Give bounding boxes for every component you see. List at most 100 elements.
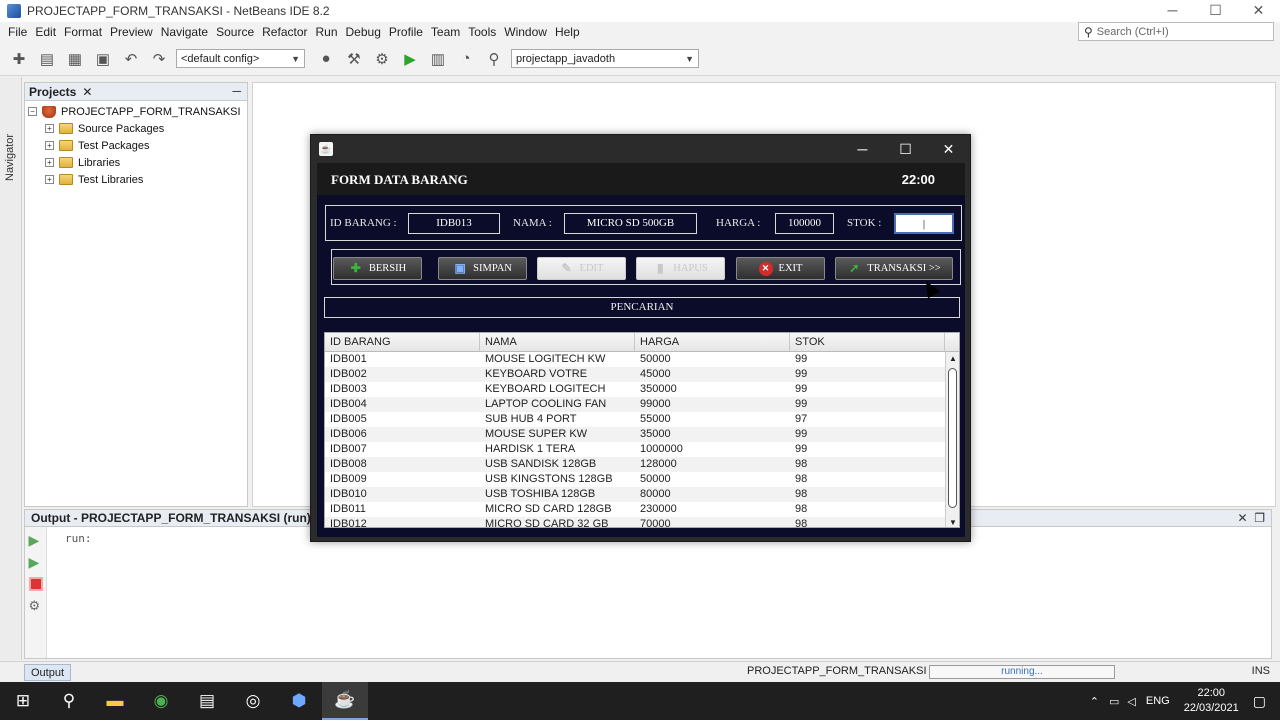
chevron-up-icon[interactable]: ⌃ [1090,695,1099,708]
settings-icon[interactable]: ⚙ [29,599,43,613]
menu-tools[interactable]: Tools [464,25,500,39]
output-tab[interactable]: Output [24,664,72,681]
table-row[interactable]: IDB004 LAPTOP COOLING FAN 99000 99 [325,397,959,412]
transaksi-button[interactable]: ➚ TRANSAKSI >> [835,257,953,280]
new-project-icon[interactable]: ▤ [36,48,58,70]
menu-help[interactable]: Help [551,25,584,39]
attach-debugger-icon[interactable]: ⚲ [483,48,505,70]
col-harga[interactable]: HARGA [635,333,790,351]
netbeans-taskbar-icon[interactable]: ⬢ [276,682,322,720]
tree-node-test-libraries[interactable]: + Test Libraries [25,171,247,188]
tree-node-test-packages[interactable]: + Test Packages [25,137,247,154]
menu-format[interactable]: Format [60,25,106,39]
table-row[interactable]: IDB003 KEYBOARD LOGITECH 350000 99 [325,382,959,397]
ide-search-input[interactable]: ⚲ Search (Ctrl+I) [1078,22,1274,41]
stop-icon[interactable] [28,577,43,591]
pencarian-field[interactable]: PENCARIAN [324,297,960,318]
app-icon[interactable]: ▤ [184,682,230,720]
col-id-barang[interactable]: ID BARANG [325,333,480,351]
table-row[interactable]: IDB006 MOUSE SUPER KW 35000 99 [325,427,959,442]
windows-start-icon[interactable]: ⊞ [0,682,46,720]
search-icon[interactable]: ⚲ [46,682,92,720]
dialog-close-button[interactable]: ✕ [927,135,970,163]
tree-node-source-packages[interactable]: + Source Packages [25,120,247,137]
scroll-up-icon[interactable]: ▲ [949,354,957,363]
minimize-button[interactable]: ─ [1151,0,1194,22]
notification-icon[interactable]: ▢ [1253,693,1266,710]
col-nama[interactable]: NAMA [480,333,635,351]
close-button[interactable]: ✕ [1237,0,1280,22]
table-row[interactable]: IDB009 USB KINGSTONS 128GB 50000 98 [325,472,959,487]
menu-window[interactable]: Window [500,25,551,39]
java-app-taskbar-icon[interactable]: ☕ [322,682,368,720]
clock[interactable]: 22:00 22/03/2021 [1184,686,1239,716]
language-indicator[interactable]: ENG [1146,695,1170,707]
restore-window-icon[interactable]: ❐ [1254,511,1265,525]
volume-icon[interactable]: ◁ [1127,695,1135,708]
rerun-with-params-icon[interactable]: ▶ [29,555,43,569]
exit-button[interactable]: ✕ EXIT [736,257,825,280]
rerun-icon[interactable]: ▶ [29,533,43,547]
table-scrollbar[interactable]: ▲ ▼ [945,352,959,527]
dialog-minimize-button[interactable]: ─ [841,135,884,163]
open-project-icon[interactable]: ▦ [64,48,86,70]
simpan-button[interactable]: ▣ SIMPAN [438,257,527,280]
table-row[interactable]: IDB005 SUB HUB 4 PORT 55000 97 [325,412,959,427]
table-row[interactable]: IDB010 USB TOSHIBA 128GB 80000 98 [325,487,959,502]
debug-icon[interactable]: ▥ [427,48,449,70]
menu-edit[interactable]: Edit [31,25,60,39]
collapse-icon[interactable]: − [28,107,37,116]
run-icon[interactable]: ▶ [399,48,421,70]
new-file-icon[interactable]: ✚ [8,48,30,70]
maximize-button[interactable]: ☐ [1194,0,1237,22]
menu-file[interactable]: File [4,25,31,39]
menu-team[interactable]: Team [427,25,464,39]
globe-icon[interactable]: ● [315,48,337,70]
hammer-build-icon[interactable]: ⚒ [343,48,365,70]
id-barang-field[interactable]: IDB013 [408,213,500,234]
menu-preview[interactable]: Preview [106,25,157,39]
output-scrollbar[interactable] [1255,527,1271,658]
battery-icon[interactable]: ▭ [1109,695,1119,708]
tree-node-project[interactable]: − PROJECTAPP_FORM_TRANSAKSI [25,103,247,120]
harga-field[interactable]: 100000 [775,213,834,234]
clean-build-icon[interactable]: ⚙ [371,48,393,70]
menu-run[interactable]: Run [312,25,342,39]
expand-icon[interactable]: + [45,158,54,167]
table-row[interactable]: IDB008 USB SANDISK 128GB 128000 98 [325,457,959,472]
chrome-icon[interactable]: ◉ [138,682,184,720]
edit-button[interactable]: ✎ EDIT [537,257,626,280]
expand-icon[interactable]: + [45,141,54,150]
obs-icon[interactable]: ◎ [230,682,276,720]
menu-refactor[interactable]: Refactor [258,25,311,39]
expand-icon[interactable]: + [45,124,54,133]
file-explorer-icon[interactable]: ▬ [92,682,138,720]
nama-field[interactable]: MICRO SD 500GB [564,213,697,234]
hapus-button[interactable]: ▮ HAPUS [636,257,725,280]
config-select[interactable]: <default config> ▼ [176,49,305,68]
scroll-down-icon[interactable]: ▼ [949,518,957,527]
table-row[interactable]: IDB007 HARDISK 1 TERA 1000000 99 [325,442,959,457]
close-icon[interactable]: ✕ [82,85,92,99]
menu-profile[interactable]: Profile [385,25,427,39]
project-select[interactable]: projectapp_javadoth ▼ [511,49,699,68]
table-row[interactable]: IDB002 KEYBOARD VOTRE 45000 99 [325,367,959,382]
scroll-thumb[interactable] [948,368,957,508]
minimize-panel-icon[interactable]: ─ [232,84,241,98]
expand-icon[interactable]: + [45,175,54,184]
redo-icon[interactable]: ↷ [148,48,170,70]
dialog-maximize-button[interactable]: ☐ [884,135,927,163]
menu-navigate[interactable]: Navigate [157,25,212,39]
menu-source[interactable]: Source [212,25,258,39]
col-stok[interactable]: STOK [790,333,945,351]
stok-field[interactable]: | [894,213,954,234]
tree-node-libraries[interactable]: + Libraries [25,154,247,171]
menu-debug[interactable]: Debug [342,25,385,39]
close-icon[interactable]: ✕ [1238,511,1248,525]
navigator-tab[interactable]: Navigator [4,134,16,181]
save-all-icon[interactable]: ▣ [92,48,114,70]
undo-icon[interactable]: ↶ [120,48,142,70]
bersih-button[interactable]: ✚ BERSIH [333,257,422,280]
projects-tab[interactable]: Projects ✕ ─ [25,83,247,101]
table-row[interactable]: IDB001 MOUSE LOGITECH KW 50000 99 [325,352,959,367]
